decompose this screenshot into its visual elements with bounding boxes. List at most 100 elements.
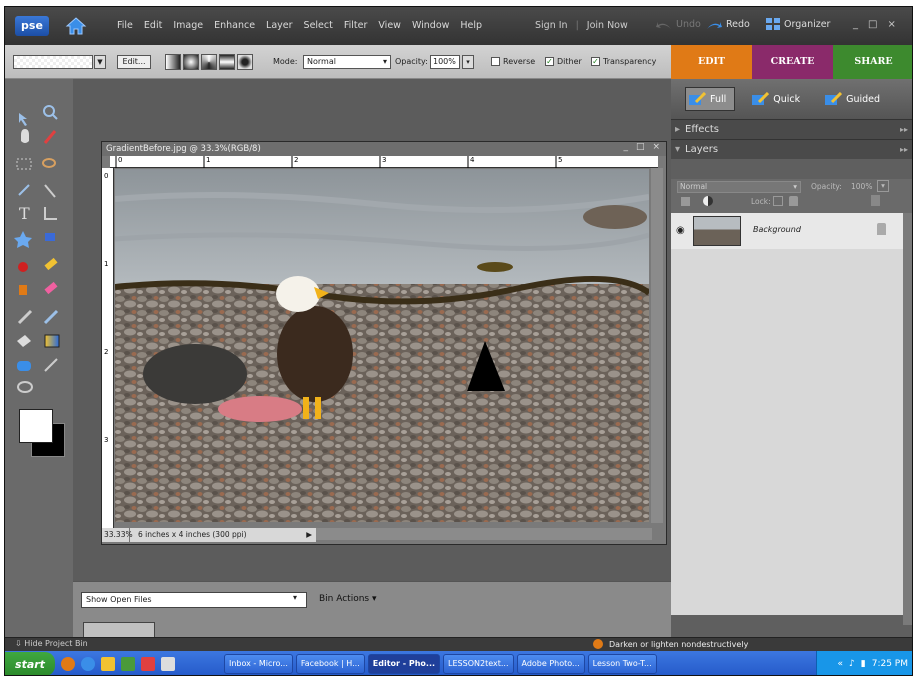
folder-icon[interactable] [101,657,115,671]
menu-edit[interactable]: Edit [144,20,162,31]
menu-window[interactable]: Window [412,20,449,31]
mode-select[interactable]: Normal ▾ [303,55,391,69]
gradient-tool-icon[interactable] [44,334,60,348]
foreground-color-swatch[interactable] [19,409,53,443]
status-menu-arrow-icon[interactable]: ▶ [306,528,312,542]
radial-gradient-icon[interactable] [183,54,199,70]
taskbar-item[interactable]: Lesson Two-T... [587,654,657,674]
straighten-tool-icon[interactable] [45,233,55,241]
canvas-image[interactable] [115,169,649,522]
effects-panel-header[interactable]: ▸ Effects ▸▸ [671,119,912,140]
gradient-dropdown-arrow[interactable]: ▼ [94,55,106,69]
clone-stamp-tool-icon[interactable] [19,285,27,295]
blend-mode-select[interactable]: Normal ▾ [677,181,801,193]
mode-guided-button[interactable]: Guided [822,88,888,110]
minimize-icon[interactable]: _ [623,142,628,152]
new-layer-icon[interactable] [681,197,690,206]
shape-tool-icon[interactable] [17,361,31,371]
zoom-level[interactable]: 33.33% [102,528,133,542]
zoom-tool-icon[interactable] [43,105,58,120]
opacity-input[interactable]: 100% [430,55,460,69]
magic-wand-tool-icon[interactable] [18,184,30,196]
outlook-icon[interactable] [121,657,135,671]
eraser-tool-icon[interactable] [44,281,58,295]
taskbar-item-active[interactable]: Editor - Pho... [367,654,441,674]
taskbar-item[interactable]: LESSON2text... [443,654,514,674]
organizer-button[interactable]: Organizer [765,17,830,31]
lasso-tool-icon[interactable] [42,158,56,168]
app-icon[interactable] [141,657,155,671]
lock-icon[interactable] [789,196,798,206]
selection-brush-tool-icon[interactable] [44,184,56,198]
type-tool-icon[interactable]: T [19,204,30,223]
taskbar-item[interactable]: Adobe Photo... [516,654,585,674]
close-icon[interactable]: × [887,19,895,30]
tab-create[interactable]: CREATE [752,45,833,79]
brush-tool-icon[interactable] [17,309,33,325]
start-button[interactable]: start [5,652,55,675]
blur-tool-icon[interactable] [44,358,58,372]
tab-edit[interactable]: EDIT [671,45,752,79]
undo-button[interactable]: Undo [655,19,701,30]
lock-transparent-icon[interactable] [773,196,783,206]
layers-panel-header[interactable]: ▾ Layers ▸▸ [671,139,912,160]
firefox-icon[interactable] [61,657,75,671]
home-icon[interactable] [65,15,87,37]
clock[interactable]: 7:25 PM [872,659,908,669]
layer-opacity-value[interactable]: 100% [851,182,872,191]
sponge-tool-icon[interactable] [17,381,33,393]
linear-gradient-icon[interactable] [165,54,181,70]
crop-tool-icon[interactable] [44,207,57,220]
horizontal-scrollbar[interactable] [316,528,652,540]
move-tool-icon[interactable] [19,113,27,126]
healing-brush-tool-icon[interactable] [44,257,58,271]
gradient-picker[interactable] [13,55,93,69]
panel-menu-icon[interactable]: ▸▸ [900,120,908,140]
angle-gradient-icon[interactable] [201,54,217,70]
minimize-icon[interactable]: _ [853,19,858,30]
paint-bucket-tool-icon[interactable] [17,335,31,347]
dither-checkbox[interactable]: ✓ Dither [545,57,582,66]
menu-help[interactable]: Help [460,20,482,31]
menu-view[interactable]: View [378,20,401,31]
hide-project-bin-toggle[interactable]: ⇩ Hide Project Bin [15,639,88,648]
red-eye-tool-icon[interactable] [18,262,28,272]
transparency-checkbox[interactable]: ✓ Transparency [591,57,656,66]
close-icon[interactable]: × [652,142,660,152]
panel-menu-icon[interactable]: ▸▸ [900,140,908,160]
taskbar-item[interactable]: Facebook | H... [295,654,365,674]
bin-actions-menu[interactable]: Bin Actions ▾ [319,594,377,604]
volume-icon[interactable]: ♪ [849,659,855,669]
menu-enhance[interactable]: Enhance [214,20,255,31]
cookie-cutter-tool-icon[interactable] [14,231,32,248]
mode-quick-button[interactable]: Quick [749,88,808,110]
redo-button[interactable]: Redo [705,19,750,30]
reflected-gradient-icon[interactable] [219,54,235,70]
menu-select[interactable]: Select [304,20,333,31]
join-now-link[interactable]: Join Now [587,20,628,31]
mode-full-button[interactable]: Full [685,87,736,111]
menu-image[interactable]: Image [173,20,203,31]
vertical-scrollbar[interactable] [651,168,663,523]
gradient-edit-button[interactable]: Edit... [117,55,151,69]
opacity-slider-toggle[interactable]: ▾ [462,55,474,69]
eyedropper-tool-icon[interactable] [43,130,57,144]
sign-in-link[interactable]: Sign In [535,20,568,31]
network-icon[interactable]: ▮ [861,659,866,669]
trash-icon[interactable] [871,195,880,206]
tab-share[interactable]: SHARE [833,45,912,79]
maximize-icon[interactable]: □ [868,19,877,30]
tray-expand-icon[interactable]: « [838,659,844,669]
adjustment-layer-icon[interactable] [703,196,713,206]
hand-tool-icon[interactable] [21,129,29,143]
diamond-gradient-icon[interactable] [237,54,253,70]
bin-view-select[interactable]: Show Open Files [81,592,307,608]
eye-icon[interactable]: ◉ [676,225,685,236]
show-desktop-icon[interactable] [161,657,175,671]
layer-opacity-dropdown[interactable]: ▾ [877,180,889,192]
bin-thumbnail[interactable] [83,622,155,638]
layer-item-background[interactable]: ◉ Background [671,213,903,249]
reverse-checkbox[interactable]: Reverse [491,57,535,66]
menu-layer[interactable]: Layer [266,20,293,31]
smart-brush-tool-icon[interactable] [43,309,59,325]
